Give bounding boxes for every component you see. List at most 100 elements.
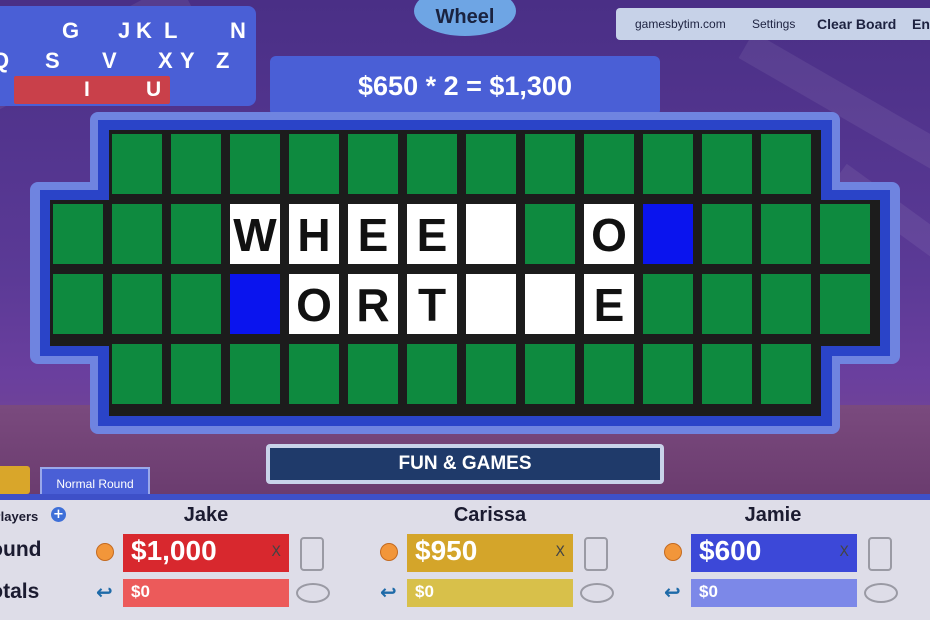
board-tile-empty[interactable] (287, 342, 341, 406)
card-slot[interactable] (300, 537, 324, 571)
board-tile-empty[interactable] (464, 342, 518, 406)
settings-link[interactable]: Settings (752, 17, 795, 31)
player-name[interactable]: Carissa (430, 504, 550, 527)
tile-letter: O (296, 279, 332, 331)
board-tile-letter[interactable]: T (405, 272, 459, 336)
bonus-round-tab[interactable] (0, 466, 30, 494)
board-tile-letter[interactable]: W (228, 202, 282, 266)
card-slot[interactable] (868, 537, 892, 571)
board-tile-empty[interactable] (759, 342, 813, 406)
turn-indicator-icon[interactable] (96, 543, 114, 561)
board-tile-empty[interactable] (759, 272, 813, 336)
clear-score-icon[interactable]: X (555, 544, 565, 560)
board-tile-empty[interactable] (110, 342, 164, 406)
board-tile-empty[interactable] (523, 342, 577, 406)
board-tile-empty[interactable] (523, 132, 577, 196)
site-link[interactable]: gamesbytim.com (635, 17, 726, 31)
round-score[interactable]: $1,000 X (123, 534, 289, 572)
board-tile-empty[interactable] (700, 272, 754, 336)
undo-icon[interactable]: ↩ (664, 580, 681, 604)
board-tile-empty[interactable] (700, 132, 754, 196)
end-button[interactable]: En (912, 16, 930, 32)
board-tile-empty[interactable] (759, 132, 813, 196)
total-score[interactable]: $0 (691, 579, 857, 607)
token-slot[interactable] (296, 583, 330, 603)
board-tile-empty[interactable] (169, 202, 223, 266)
board-tile-empty[interactable] (346, 132, 400, 196)
board-tile-letter[interactable]: R (346, 272, 400, 336)
board-tile-empty[interactable] (818, 272, 872, 336)
board-tile-letter[interactable]: E (346, 202, 400, 266)
board-tile-empty[interactable] (405, 342, 459, 406)
board-tile-empty[interactable] (700, 342, 754, 406)
board-tile-empty[interactable] (110, 272, 164, 336)
letter-button[interactable]: G (62, 18, 79, 44)
normal-round-tab[interactable]: Normal Round (40, 467, 150, 495)
total-score[interactable]: $0 (123, 579, 289, 607)
board-tile-empty[interactable] (700, 202, 754, 266)
board-tile-empty[interactable] (464, 132, 518, 196)
board-tile-selected[interactable] (641, 202, 695, 266)
turn-indicator-icon[interactable] (380, 543, 398, 561)
turn-indicator-icon[interactable] (664, 543, 682, 561)
board-tile-empty[interactable] (287, 132, 341, 196)
letter-button[interactable]: L (164, 18, 177, 44)
letter-button[interactable]: Z (216, 48, 229, 74)
total-score-value: $0 (131, 582, 150, 601)
board-tile-empty[interactable] (582, 342, 636, 406)
letter-button[interactable]: S (45, 48, 60, 74)
card-slot[interactable] (584, 537, 608, 571)
letter-button[interactable]: X (158, 48, 173, 74)
undo-icon[interactable]: ↩ (380, 580, 397, 604)
board-tile-letter[interactable]: H (287, 202, 341, 266)
board-tile-empty[interactable] (582, 132, 636, 196)
board-tile-empty[interactable] (169, 132, 223, 196)
board-tile-hidden[interactable] (464, 272, 518, 336)
board-tile-empty[interactable] (818, 202, 872, 266)
category-panel: FUN & GAMES (266, 444, 664, 484)
board-tile-empty[interactable] (110, 132, 164, 196)
clear-score-icon[interactable]: X (271, 544, 281, 560)
board-tile-empty[interactable] (346, 342, 400, 406)
player-name[interactable]: Jake (146, 504, 266, 527)
token-slot[interactable] (864, 583, 898, 603)
player-name[interactable]: Jamie (713, 504, 833, 527)
undo-icon[interactable]: ↩ (96, 580, 113, 604)
board-tile-empty[interactable] (759, 202, 813, 266)
token-slot[interactable] (580, 583, 614, 603)
board-tile-empty[interactable] (51, 272, 105, 336)
board-tile-empty[interactable] (110, 202, 164, 266)
board-tile-letter[interactable]: E (405, 202, 459, 266)
letter-button[interactable]: V (102, 48, 117, 74)
total-score-value: $0 (699, 582, 718, 601)
round-score[interactable]: $950 X (407, 534, 573, 572)
board-tile-letter[interactable]: O (287, 272, 341, 336)
clear-score-icon[interactable]: X (839, 544, 849, 560)
add-player-button[interactable]: + (51, 507, 66, 522)
board-tile-empty[interactable] (641, 272, 695, 336)
board-tile-empty[interactable] (169, 272, 223, 336)
board-tile-empty[interactable] (51, 202, 105, 266)
letter-button[interactable]: N (230, 18, 246, 44)
board-tile-hidden[interactable] (464, 202, 518, 266)
letter-button[interactable]: Y (180, 48, 195, 74)
board-tile-empty[interactable] (228, 132, 282, 196)
called-letters-strip: I U (14, 76, 170, 104)
board-tile-empty[interactable] (523, 202, 577, 266)
total-score[interactable]: $0 (407, 579, 573, 607)
board-tile-empty[interactable] (641, 132, 695, 196)
round-score-value: $1,000 (131, 535, 217, 566)
clear-board-button[interactable]: Clear Board (817, 16, 896, 32)
letter-button[interactable]: Q (0, 48, 9, 74)
board-tile-empty[interactable] (169, 342, 223, 406)
letter-button[interactable]: K (136, 18, 152, 44)
round-score[interactable]: $600 X (691, 534, 857, 572)
board-tile-empty[interactable] (641, 342, 695, 406)
letter-button[interactable]: J (118, 18, 130, 44)
board-tile-empty[interactable] (405, 132, 459, 196)
board-tile-selected[interactable] (228, 272, 282, 336)
board-tile-letter[interactable]: E (582, 272, 636, 336)
board-tile-empty[interactable] (228, 342, 282, 406)
board-tile-hidden[interactable] (523, 272, 577, 336)
board-tile-letter[interactable]: O (582, 202, 636, 266)
